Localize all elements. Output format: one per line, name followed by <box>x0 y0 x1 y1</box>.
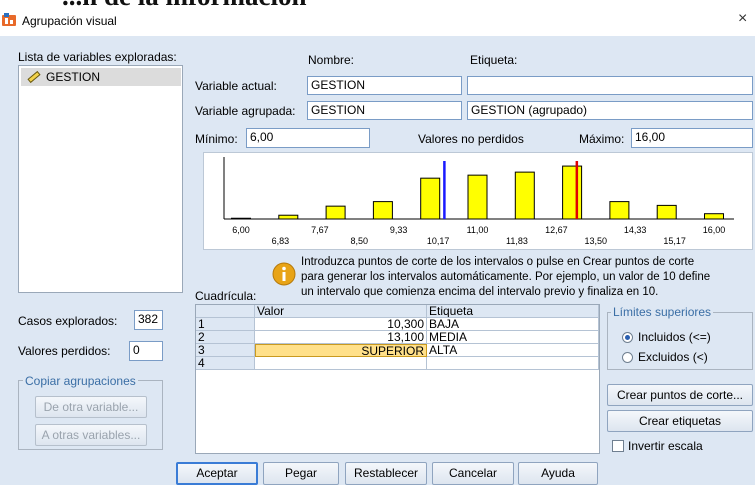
variable-list-label: Lista de variables exploradas: <box>18 50 177 64</box>
binned-variable-label: Variable agrupada: <box>195 104 296 118</box>
upper-limits-label: Límites superiores <box>611 305 714 319</box>
document-heading-fragment: ...n de la información <box>62 0 307 12</box>
grid-corner <box>196 305 255 318</box>
histogram-bar <box>656 204 677 220</box>
from-other-variable-button[interactable]: De otra variable... <box>35 396 147 418</box>
excluded-radio[interactable] <box>622 352 633 363</box>
grid-label-cell[interactable]: BAJA <box>427 318 599 331</box>
x-tick-label: 6,83 <box>272 236 290 246</box>
grid-value-cell[interactable]: 10,300 <box>255 318 427 331</box>
make-cutpoints-button[interactable]: Crear puntos de corte... <box>607 384 753 406</box>
nonmissing-label: Valores no perdidos <box>418 132 524 146</box>
excluded-label[interactable]: Excluidos (<) <box>638 350 708 364</box>
x-tick-label: 10,17 <box>427 236 450 246</box>
minimum-value: 6,00 <box>246 128 370 148</box>
help-button[interactable]: Ayuda <box>518 462 598 485</box>
x-tick-label: 11,83 <box>506 236 528 246</box>
cutpoint-grid[interactable]: Valor Etiqueta 1 10,300 BAJA 2 13,100 ME… <box>195 304 600 454</box>
included-radio[interactable] <box>622 332 633 343</box>
name-column-label: Nombre: <box>308 53 355 67</box>
grid-row-number: 3 <box>196 344 255 357</box>
x-tick-label: 8,50 <box>350 236 368 246</box>
histogram-chart[interactable]: 6,00 7,67 9,33 11,00 12,67 14,33 16,00 6,83 8,50… <box>204 153 752 249</box>
histogram-bar <box>420 177 441 220</box>
variable-name: GESTION <box>46 70 101 84</box>
grid-label: Cuadrícula: <box>195 289 257 303</box>
ok-button[interactable]: Aceptar <box>176 462 258 485</box>
variable-list[interactable]: GESTION <box>18 65 183 293</box>
grid-label-cell[interactable]: ALTA <box>427 344 599 357</box>
histogram-bar <box>704 213 724 220</box>
histogram-panel[interactable]: 6,00 7,67 9,33 11,00 12,67 14,33 16,00 6,83 8,50… <box>203 152 753 250</box>
reset-button[interactable]: Restablecer <box>345 462 427 485</box>
grid-value-cell[interactable] <box>255 357 427 370</box>
maximum-value: 16,00 <box>631 128 753 148</box>
binned-variable-tag-input[interactable]: GESTION (agrupado) <box>467 101 753 120</box>
window-title: Agrupación visual <box>22 14 117 28</box>
histogram-bar <box>609 201 630 220</box>
grid-header-value: Valor <box>255 305 427 318</box>
current-variable-name: GESTION <box>307 76 462 95</box>
info-line-1: Introduzca puntos de corte de los interv… <box>301 256 695 268</box>
info-line-3: un intervalo que comienza encima del int… <box>301 286 659 298</box>
copy-groupings-label: Copiar agrupaciones <box>23 374 138 388</box>
histogram-bar <box>372 201 393 220</box>
make-labels-button[interactable]: Crear etiquetas <box>607 410 753 432</box>
cases-value: 382 <box>134 310 163 330</box>
histogram-bar <box>231 217 251 220</box>
grid-value-cell[interactable]: 13,100 <box>255 331 427 344</box>
cases-label: Casos explorados: <box>18 314 118 328</box>
close-icon[interactable]: × <box>738 10 747 28</box>
minimum-label: Mínimo: <box>195 132 238 146</box>
x-tick-label: 13,50 <box>584 236 607 246</box>
x-tick-label: 14,33 <box>624 225 647 235</box>
grid-label-cell[interactable]: MEDIA <box>427 331 599 344</box>
maximum-label: Máximo: <box>579 132 625 146</box>
binned-variable-name-input[interactable]: GESTION <box>307 101 462 120</box>
reverse-scale-checkbox[interactable] <box>612 440 624 452</box>
x-tick-label: 6,00 <box>232 225 250 235</box>
histogram-bar <box>278 214 299 220</box>
cancel-button[interactable]: Cancelar <box>432 462 514 485</box>
paste-button[interactable]: Pegar <box>263 462 339 485</box>
x-tick-label: 16,00 <box>703 225 726 235</box>
list-item[interactable]: GESTION <box>21 68 181 86</box>
histogram-bar <box>562 165 583 220</box>
included-label[interactable]: Incluidos (<=) <box>638 330 711 344</box>
x-tick-label: 7,67 <box>311 225 329 235</box>
histogram-bar <box>514 171 535 220</box>
histogram-bar <box>325 205 346 220</box>
tag-column-label: Etiqueta: <box>470 53 518 67</box>
spss-app-icon <box>2 13 16 26</box>
histogram-bar <box>467 174 488 220</box>
current-variable-tag <box>467 76 753 95</box>
x-tick-label: 12,67 <box>545 225 568 235</box>
x-tick-label: 11,00 <box>467 225 489 235</box>
grid-header-label: Etiqueta <box>427 305 599 318</box>
reverse-scale-label[interactable]: Invertir escala <box>628 439 703 453</box>
x-tick-label: 9,33 <box>390 225 408 235</box>
grid-row-number: 2 <box>196 331 255 344</box>
grid-value-cell-selected[interactable]: SUPERIOR <box>255 344 427 357</box>
grid-row-number: 1 <box>196 318 255 331</box>
info-line-2: para generar los intervalos automáticame… <box>301 271 711 283</box>
grid-row-number: 4 <box>196 357 255 370</box>
x-tick-label: 15,17 <box>663 236 686 246</box>
to-other-variables-button[interactable]: A otras variables... <box>35 424 147 446</box>
info-icon <box>272 262 296 286</box>
missing-value: 0 <box>129 341 163 361</box>
ruler-icon <box>27 70 41 84</box>
current-variable-label: Variable actual: <box>195 79 277 93</box>
grid-label-cell[interactable] <box>427 357 599 370</box>
missing-label: Valores perdidos: <box>18 344 111 358</box>
